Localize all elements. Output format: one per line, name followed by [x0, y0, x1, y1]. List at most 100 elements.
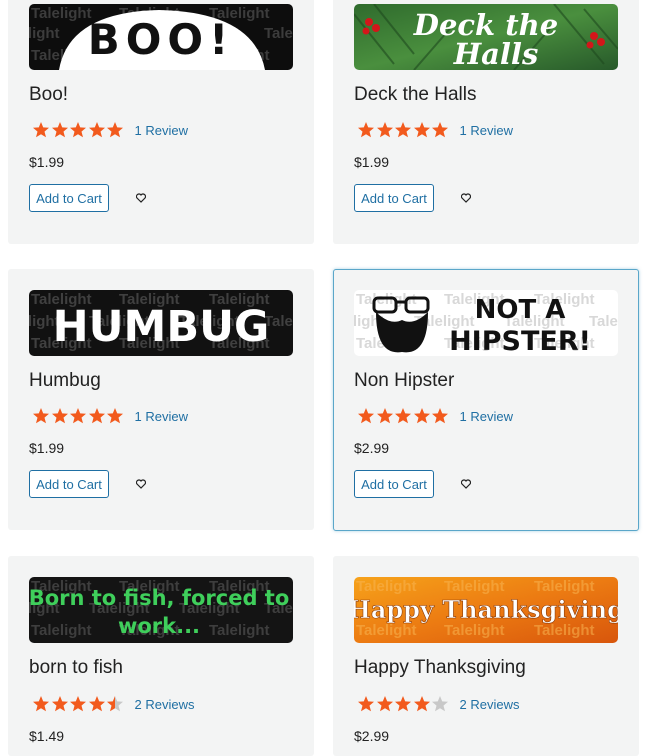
rating: 2 Reviews — [32, 695, 194, 713]
svg-text:Talelight: Talelight — [31, 622, 92, 639]
star-icon — [395, 696, 411, 712]
svg-text:work...: work... — [118, 614, 200, 638]
product-card[interactable]: Deck the Halls Deck the Halls 1 Review $… — [333, 0, 639, 244]
star-rating — [32, 695, 125, 713]
star-rating — [32, 121, 125, 139]
rating: 1 Review — [357, 121, 513, 139]
svg-text:Talelight: Talelight — [356, 578, 417, 595]
product-title[interactable]: Boo! — [29, 84, 68, 106]
star-icon — [376, 696, 393, 712]
star-icon — [51, 696, 68, 712]
product-image-born-to-fish[interactable]: TalelightTalelightTalelight TalelightTal… — [29, 577, 293, 643]
star-rating — [32, 407, 125, 425]
star-icon — [395, 408, 411, 424]
svg-text:NOT A: NOT A — [475, 295, 566, 325]
product-card[interactable]: TalelightTalelightTalelight TalelightTal… — [333, 269, 639, 531]
svg-text:Halls: Halls — [453, 37, 539, 70]
svg-text:Talelight: Talelight — [589, 313, 618, 330]
star-rating — [357, 407, 450, 425]
product-title[interactable]: Deck the Halls — [354, 84, 477, 106]
reviews-link[interactable]: 2 Reviews — [135, 697, 195, 712]
rating: 1 Review — [357, 407, 513, 425]
product-title[interactable]: Happy Thanksgiving — [354, 657, 526, 679]
product-image-deck-the-halls[interactable]: Deck the Halls — [354, 4, 618, 70]
star-icon — [413, 408, 430, 424]
star-icon — [107, 696, 123, 712]
price: $2.99 — [354, 728, 390, 744]
reviews-link[interactable]: 1 Review — [460, 409, 513, 424]
star-icon — [358, 122, 374, 138]
product-title[interactable]: Humbug — [29, 370, 101, 392]
star-icon — [51, 408, 68, 424]
add-to-cart-button[interactable]: Add to Cart — [29, 184, 109, 212]
star-icon — [70, 122, 86, 138]
svg-text:Talelight: Talelight — [444, 578, 505, 595]
svg-text:HUMBUG: HUMBUG — [53, 302, 270, 352]
svg-text:Talelight: Talelight — [29, 25, 60, 42]
star-icon — [358, 408, 374, 424]
heart-icon[interactable] — [136, 479, 146, 489]
product-card[interactable]: TalelightTalelightTalelight TalelightTal… — [8, 269, 314, 530]
star-icon — [88, 122, 105, 138]
rating: 2 Reviews — [357, 695, 519, 713]
add-to-cart-button[interactable]: Add to Cart — [354, 184, 434, 212]
svg-text:Talelight: Talelight — [534, 622, 595, 639]
reviews-link[interactable]: 2 Reviews — [460, 697, 520, 712]
add-to-cart-button[interactable]: Add to Cart — [29, 470, 109, 498]
star-icon — [395, 122, 411, 138]
reviews-link[interactable]: 1 Review — [135, 409, 188, 424]
star-icon — [107, 122, 123, 138]
product-image-humbug[interactable]: TalelightTalelightTalelight TalelightTal… — [29, 290, 293, 356]
product-title[interactable]: Non Hipster — [354, 370, 454, 392]
star-icon — [107, 408, 123, 424]
price: $1.49 — [29, 728, 65, 744]
star-icon — [88, 696, 105, 712]
svg-text:Talelight: Talelight — [356, 622, 417, 639]
star-icon — [376, 408, 393, 424]
price: $2.99 — [354, 440, 390, 456]
star-icon — [413, 122, 430, 138]
star-rating — [357, 121, 450, 139]
product-image-happy-thanksgiving[interactable]: Talelight Talelight Talelight Talelight Tal… — [354, 577, 618, 643]
product-image-non-hipster[interactable]: TalelightTalelightTalelight TalelightTal… — [354, 290, 618, 356]
svg-text:Talelight: Talelight — [264, 25, 293, 42]
star-rating — [357, 695, 450, 713]
svg-text:Talelight: Talelight — [534, 578, 595, 595]
star-icon — [33, 122, 49, 138]
reviews-link[interactable]: 1 Review — [135, 123, 188, 138]
svg-text:HIPSTER!: HIPSTER! — [449, 326, 591, 356]
svg-text:Talelight: Talelight — [31, 5, 92, 22]
heart-icon[interactable] — [461, 193, 471, 203]
svg-text:Talelight: Talelight — [209, 622, 270, 639]
star-icon — [70, 408, 86, 424]
price: $1.99 — [29, 154, 65, 170]
svg-text:Born to fish, forced to: Born to fish, forced to — [29, 586, 289, 610]
star-icon — [432, 122, 448, 138]
product-card[interactable]: TalelightTalelightTalelight TalelightTal… — [8, 556, 314, 756]
svg-text:BOO!: BOO! — [88, 15, 235, 64]
price: $1.99 — [354, 154, 390, 170]
reviews-link[interactable]: 1 Review — [460, 123, 513, 138]
star-icon — [33, 408, 49, 424]
heart-icon[interactable] — [461, 479, 471, 489]
star-icon — [376, 122, 393, 138]
star-icon — [70, 696, 86, 712]
add-to-cart-button[interactable]: Add to Cart — [354, 470, 434, 498]
star-icon — [413, 696, 430, 712]
star-icon — [88, 408, 105, 424]
star-icon — [358, 696, 374, 712]
product-title[interactable]: born to fish — [29, 657, 123, 679]
rating: 1 Review — [32, 121, 188, 139]
product-image-boo[interactable]: TalelightTalelightTalelight TalelightTal… — [29, 4, 293, 70]
svg-text:Talelight: Talelight — [444, 622, 505, 639]
star-icon — [432, 408, 448, 424]
star-icon — [33, 696, 49, 712]
star-icon — [51, 122, 68, 138]
product-card[interactable]: Talelight Talelight Talelight Talelight Tal… — [333, 556, 639, 756]
heart-icon[interactable] — [136, 193, 146, 203]
star-icon — [432, 696, 448, 712]
rating: 1 Review — [32, 407, 188, 425]
price: $1.99 — [29, 440, 65, 456]
svg-text:Happy Thanksgiving: Happy Thanksgiving — [354, 595, 618, 624]
product-card[interactable]: TalelightTalelightTalelight TalelightTal… — [8, 0, 314, 244]
